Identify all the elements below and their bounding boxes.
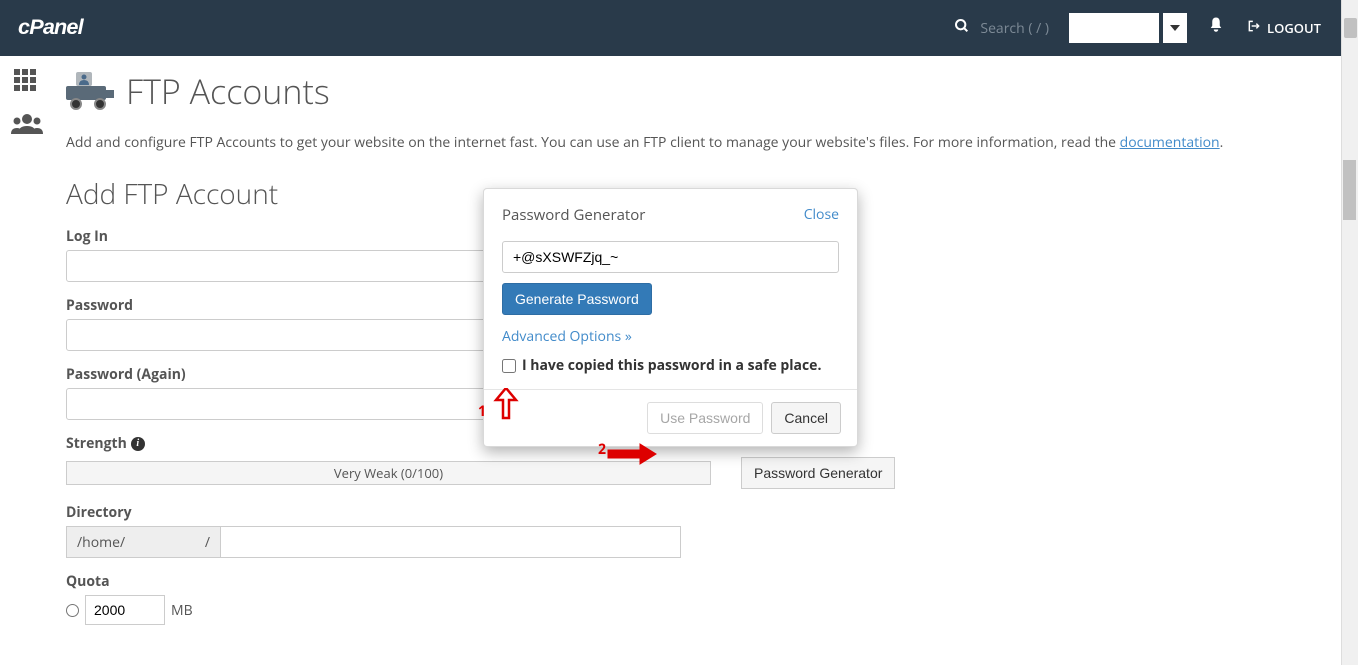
- apps-icon[interactable]: [11, 68, 39, 92]
- quota-radio-limited[interactable]: [66, 604, 79, 617]
- intro-suffix: .: [1220, 133, 1224, 152]
- copied-checkbox[interactable]: [502, 359, 516, 373]
- page-title: FTP Accounts: [126, 68, 330, 114]
- account-caret[interactable]: [1163, 13, 1187, 43]
- directory-input[interactable]: [221, 526, 681, 558]
- notifications-icon[interactable]: [1207, 16, 1225, 40]
- logout-button[interactable]: LOGOUT: [1247, 19, 1321, 37]
- password-generator-button[interactable]: Password Generator: [741, 457, 895, 489]
- info-icon[interactable]: i: [131, 437, 145, 451]
- intro-prefix: Add and configure FTP Accounts to get yo…: [66, 133, 1120, 152]
- cpanel-logo[interactable]: cPanel: [18, 14, 118, 42]
- top-header: cPanel Search ( / ) LOGOUT: [0, 0, 1341, 56]
- quota-label: Quota: [66, 572, 1325, 591]
- header-search[interactable]: Search ( / ): [954, 17, 1049, 39]
- users-icon[interactable]: [11, 112, 39, 136]
- logout-label: LOGOUT: [1267, 19, 1321, 37]
- password-generator-modal: Password Generator Close Generate Passwo…: [483, 188, 858, 447]
- search-placeholder: Search ( / ): [980, 19, 1049, 38]
- documentation-link[interactable]: documentation: [1120, 133, 1220, 152]
- copied-label: I have copied this password in a safe pl…: [522, 356, 821, 375]
- svg-text:cPanel: cPanel: [18, 14, 85, 39]
- quota-unit: MB: [171, 601, 193, 620]
- scroll-thumb[interactable]: [1344, 18, 1357, 38]
- directory-prefix: /home/ /: [66, 526, 221, 558]
- modal-title: Password Generator: [502, 205, 645, 225]
- account-dropdown[interactable]: [1069, 13, 1159, 43]
- logout-icon: [1247, 19, 1261, 37]
- use-password-button[interactable]: Use Password: [647, 402, 763, 434]
- vertical-scrollbar[interactable]: [1341, 0, 1358, 665]
- advanced-options-link[interactable]: Advanced Options »: [502, 327, 839, 346]
- cancel-button[interactable]: Cancel: [771, 402, 841, 434]
- search-icon: [954, 17, 970, 39]
- strength-meter: Very Weak (0/100): [66, 461, 711, 485]
- generated-password-input[interactable]: [502, 241, 839, 273]
- modal-close-link[interactable]: Close: [804, 205, 839, 225]
- page-title-row: FTP Accounts: [66, 68, 1325, 114]
- directory-label: Directory: [66, 503, 1325, 522]
- left-sidebar: [0, 56, 50, 665]
- copied-confirm-row[interactable]: I have copied this password in a safe pl…: [502, 356, 839, 375]
- generate-password-button[interactable]: Generate Password: [502, 283, 652, 315]
- quota-input[interactable]: [85, 595, 165, 625]
- intro-text: Add and configure FTP Accounts to get yo…: [66, 132, 1325, 153]
- ftp-accounts-icon: [66, 72, 116, 110]
